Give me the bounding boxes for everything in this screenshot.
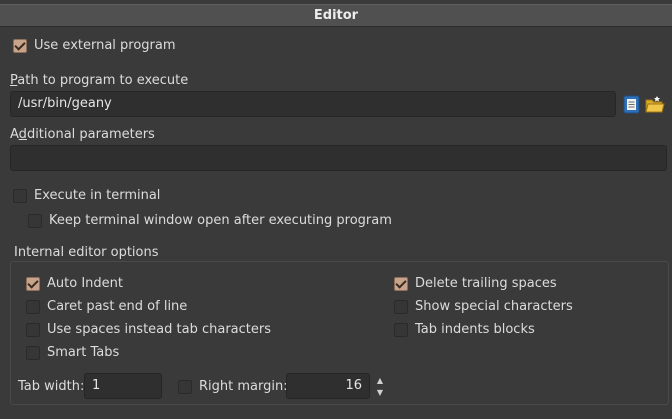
path-label: Path to program to execute	[10, 73, 188, 89]
keep-terminal-open-label: Keep terminal window open after executin…	[49, 213, 392, 228]
delete-trailing-spaces-label: Delete trailing spaces	[415, 276, 557, 291]
internal-editor-options-title: Internal editor options	[14, 245, 163, 261]
delete-trailing-spaces-checkbox[interactable]	[394, 277, 408, 291]
spin-down-icon[interactable]: ▼	[373, 386, 387, 398]
right-margin-label: Right margin:	[199, 379, 288, 394]
use-external-program-label: Use external program	[34, 38, 176, 53]
tab-width-value: 1	[92, 378, 101, 393]
additional-parameters-input[interactable]	[10, 145, 667, 171]
dialog-title-text: Editor	[313, 8, 359, 23]
tab-indents-blocks-checkbox[interactable]	[394, 323, 408, 337]
dialog-title: Editor	[0, 4, 672, 27]
spin-up-icon[interactable]: ▲	[373, 374, 387, 386]
auto-indent-label: Auto Indent	[47, 276, 123, 291]
right-margin-input[interactable]: 16	[286, 373, 370, 399]
caret-past-end-checkbox[interactable]	[26, 300, 40, 314]
additional-label-first: A	[10, 127, 19, 142]
keep-terminal-open-checkbox[interactable]	[28, 214, 42, 228]
execute-in-terminal-checkbox[interactable]	[13, 189, 27, 203]
use-spaces-label: Use spaces instead tab characters	[47, 322, 272, 337]
show-special-characters-checkbox[interactable]	[394, 300, 408, 314]
additional-parameters-label: Additional parameters	[10, 127, 155, 143]
auto-indent-checkbox[interactable]	[26, 277, 40, 291]
use-spaces-checkbox[interactable]	[26, 323, 40, 337]
smart-tabs-label: Smart Tabs	[47, 345, 120, 360]
execute-in-terminal-label: Execute in terminal	[34, 188, 161, 203]
path-input-value: /usr/bin/geany	[18, 96, 112, 111]
smart-tabs-checkbox[interactable]	[26, 346, 40, 360]
document-icon[interactable]	[621, 93, 641, 115]
right-margin-spinner: ▲ ▼	[373, 374, 387, 398]
additional-label-rest: ditional parameters	[26, 127, 155, 142]
path-label-rest: ath to program to execute	[17, 73, 189, 88]
right-margin-checkbox[interactable]	[178, 380, 192, 394]
tab-width-label: Tab width:	[18, 379, 85, 394]
right-margin-value: 16	[345, 378, 362, 393]
use-external-program-checkbox[interactable]	[13, 39, 27, 53]
tab-width-input[interactable]: 1	[84, 373, 162, 399]
path-input[interactable]: /usr/bin/geany	[10, 91, 616, 117]
show-special-characters-label: Show special characters	[415, 299, 573, 314]
open-folder-icon[interactable]	[645, 93, 665, 115]
tab-indents-blocks-label: Tab indents blocks	[415, 322, 535, 337]
additional-label-mnemonic: d	[18, 127, 27, 142]
caret-past-end-label: Caret past end of line	[47, 299, 188, 314]
